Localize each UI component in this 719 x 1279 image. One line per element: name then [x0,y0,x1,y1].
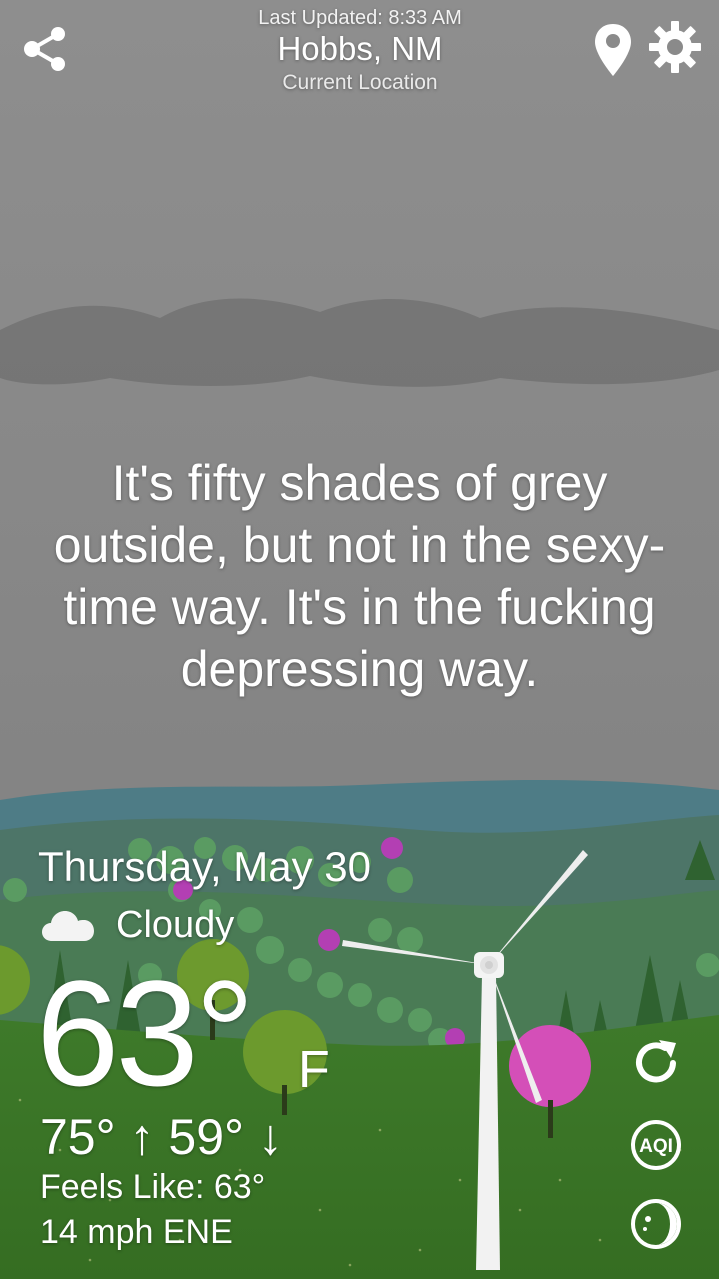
aqi-icon: AQI [631,1120,681,1170]
gear-icon [649,21,701,73]
condition-text: Cloudy [116,904,235,946]
aqi-button[interactable]: AQI [628,1117,684,1173]
aqi-label: AQI [639,1136,673,1157]
forecast-date: Thursday, May 30 [38,843,372,890]
condition-row: Cloudy [40,900,234,950]
share-button[interactable] [14,18,76,80]
moon-phase-button[interactable] [628,1196,684,1252]
current-temperature: 63° [36,949,255,1117]
weather-quote: It's fifty shades of grey outside, but n… [53,455,666,697]
feels-like: Feels Like: 63° [40,1168,266,1206]
cloud-icon [42,911,94,941]
refresh-button[interactable] [628,1035,684,1091]
temperature-unit[interactable]: F [298,1040,330,1100]
share-icon [24,27,65,71]
current-location-label: Current Location [282,71,438,94]
settings-button[interactable] [644,16,706,78]
refresh-icon [636,1040,676,1083]
location-button[interactable] [590,20,636,80]
wind-speed: 14 mph ENE [40,1213,233,1251]
moon-phase-icon [631,1199,681,1249]
last-updated-label: Last Updated: 8:33 AM [258,7,462,29]
high-low-temperature: 75° ↑ 59° ↓ [40,1109,283,1165]
cloud-band [0,298,719,387]
header-location[interactable]: Last Updated: 8:33 AM Hobbs, NM Current … [160,6,560,96]
city-name: Hobbs, NM [277,30,443,67]
map-pin-icon [595,24,631,76]
